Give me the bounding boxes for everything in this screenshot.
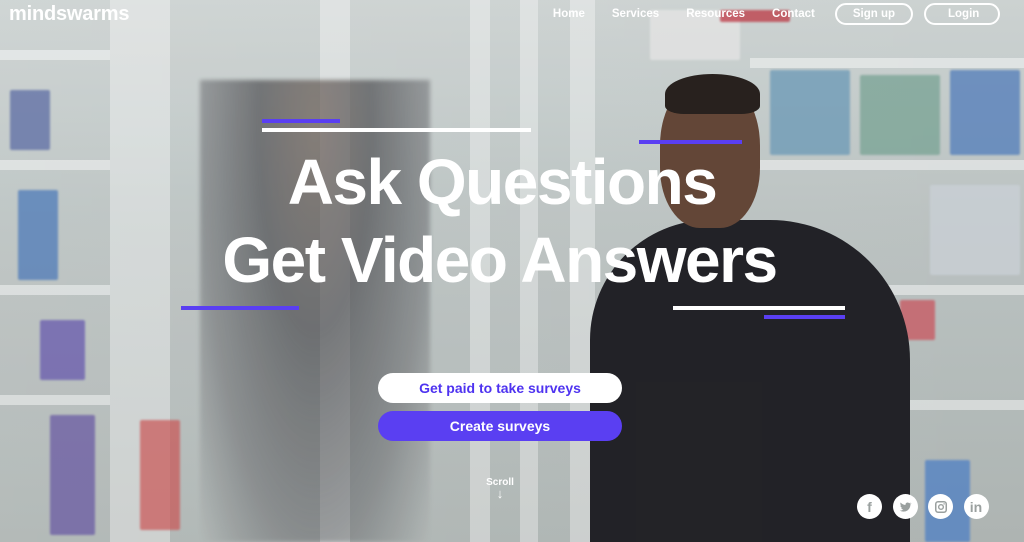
decorative-line bbox=[764, 315, 845, 319]
brand-logo[interactable]: mindswarms bbox=[9, 3, 129, 26]
hero-headline-line1: Ask Questions bbox=[287, 146, 718, 218]
take-surveys-button[interactable]: Get paid to take surveys bbox=[378, 373, 622, 403]
login-button[interactable]: Login bbox=[924, 3, 1000, 25]
nav-resources[interactable]: Resources bbox=[686, 3, 745, 25]
decorative-line bbox=[181, 306, 299, 310]
decorative-line bbox=[639, 140, 742, 144]
create-surveys-button[interactable]: Create surveys bbox=[378, 411, 622, 441]
scroll-indicator[interactable]: Scroll ↓ bbox=[480, 477, 520, 500]
arrow-down-icon: ↓ bbox=[496, 486, 504, 501]
top-navigation: Home Services Resources Contact Sign up … bbox=[526, 3, 1000, 25]
nav-services[interactable]: Services bbox=[612, 3, 659, 25]
twitter-icon[interactable] bbox=[892, 494, 918, 519]
decorative-line bbox=[262, 119, 340, 123]
linkedin-glyph: in bbox=[969, 498, 983, 515]
facebook-glyph: f bbox=[867, 498, 872, 515]
decorative-line bbox=[673, 306, 845, 310]
nav-home[interactable]: Home bbox=[553, 3, 585, 25]
instagram-icon[interactable] bbox=[928, 494, 953, 519]
social-links: f in bbox=[857, 494, 999, 519]
twitter-bird-glyph bbox=[899, 501, 912, 512]
instagram-camera-glyph bbox=[934, 500, 947, 513]
nav-contact[interactable]: Contact bbox=[772, 3, 815, 25]
facebook-icon[interactable]: f bbox=[857, 494, 882, 519]
decorative-line bbox=[262, 128, 531, 132]
linkedin-icon[interactable]: in bbox=[963, 494, 989, 519]
hero-headline-line2: Get Video Answers bbox=[222, 224, 778, 296]
signup-button[interactable]: Sign up bbox=[834, 3, 913, 25]
